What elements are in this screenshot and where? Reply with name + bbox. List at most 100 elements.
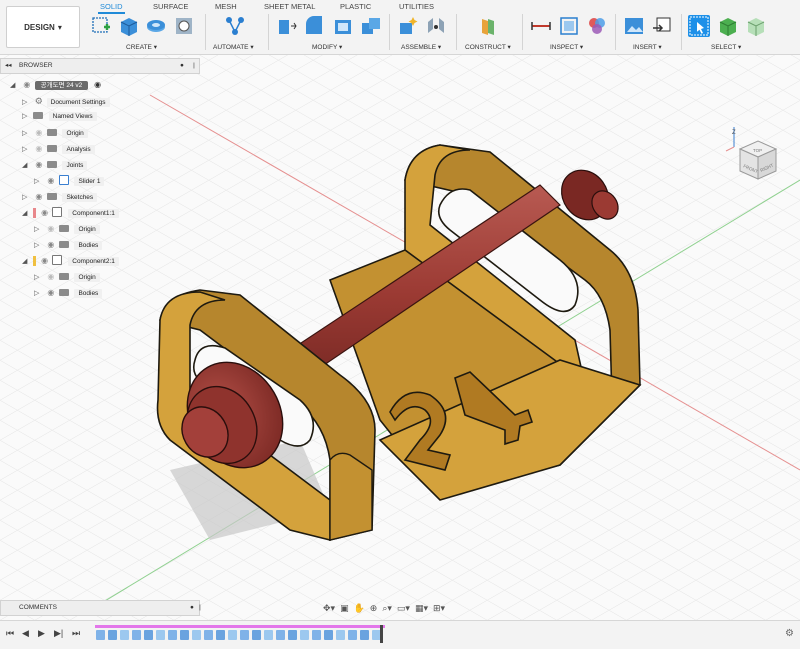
tab-solid[interactable]: SOLID bbox=[98, 2, 125, 14]
display-settings-icon[interactable]: ▭▾ bbox=[396, 601, 411, 615]
expand-icon[interactable]: ◢ bbox=[22, 159, 31, 173]
timeline-feature[interactable] bbox=[204, 630, 213, 640]
timeline-feature[interactable] bbox=[288, 630, 297, 640]
hole-icon[interactable] bbox=[173, 15, 195, 37]
timeline-feature[interactable] bbox=[192, 630, 201, 640]
tab-plastic[interactable]: PLASTIC bbox=[338, 2, 373, 12]
eye-icon[interactable]: ◉ bbox=[39, 254, 51, 268]
play-icon[interactable]: ▶ bbox=[38, 628, 45, 639]
automate-icon[interactable] bbox=[224, 15, 246, 37]
eye-icon[interactable]: ◉ bbox=[39, 206, 51, 220]
timeline-feature[interactable] bbox=[132, 630, 141, 640]
browser-item-origin[interactable]: ▷ ◉ Origin bbox=[22, 126, 88, 140]
collapsed-arrow-icon[interactable]: ▷ bbox=[34, 239, 43, 253]
collapsed-arrow-icon[interactable]: ▷ bbox=[34, 175, 43, 189]
browser-root-item[interactable]: ◢ ◉ 공개도면 24 v2 ◉ bbox=[10, 78, 101, 92]
timeline-feature[interactable] bbox=[312, 630, 321, 640]
viewports-icon[interactable]: ⊞▾ bbox=[432, 601, 446, 615]
timeline-feature[interactable] bbox=[216, 630, 225, 640]
timeline-feature[interactable] bbox=[108, 630, 117, 640]
eye-icon[interactable]: ◉ bbox=[45, 174, 57, 188]
collapsed-arrow-icon[interactable]: ▷ bbox=[22, 110, 31, 124]
new-component-icon[interactable] bbox=[397, 15, 419, 37]
timeline-feature[interactable] bbox=[240, 630, 249, 640]
look-at-icon[interactable]: ▣ bbox=[339, 601, 350, 615]
eye-icon[interactable]: ◉ bbox=[33, 190, 45, 204]
browser-item-component1-bodies[interactable]: ▷ ◉ Bodies bbox=[34, 238, 103, 253]
timeline-feature[interactable] bbox=[156, 630, 165, 640]
timeline-feature[interactable] bbox=[228, 630, 237, 640]
collapsed-arrow-icon[interactable]: ▷ bbox=[34, 223, 43, 237]
step-forward-icon[interactable]: ▶| bbox=[54, 628, 63, 639]
timeline-feature[interactable] bbox=[324, 630, 333, 640]
go-to-end-icon[interactable]: ⏭ bbox=[72, 628, 80, 639]
expand-icon[interactable]: ◢ bbox=[10, 79, 19, 93]
joint-icon[interactable] bbox=[425, 15, 447, 37]
browser-item-document-settings[interactable]: ▷ ⚙ Document Settings bbox=[22, 94, 110, 108]
timeline-feature[interactable] bbox=[252, 630, 261, 640]
close-browser-icon[interactable]: ● bbox=[177, 59, 187, 73]
view-cube[interactable]: Z TOP FRONT RIGHT bbox=[724, 125, 788, 195]
eye-hidden-icon[interactable]: ◉ bbox=[45, 270, 57, 284]
pan-icon[interactable]: ✋ bbox=[353, 601, 366, 615]
select-face-icon[interactable] bbox=[744, 15, 766, 37]
collapse-browser-icon[interactable]: ◂◂ bbox=[5, 59, 12, 73]
modify-menu[interactable]: MODIFY ▾ bbox=[312, 43, 342, 51]
timeline-feature[interactable] bbox=[180, 630, 189, 640]
workspace-switcher-button[interactable]: DESIGN ▾ bbox=[6, 6, 80, 48]
timeline-feature[interactable] bbox=[96, 630, 105, 640]
construct-menu[interactable]: CONSTRUCT ▾ bbox=[465, 43, 511, 51]
shell-icon[interactable] bbox=[332, 15, 354, 37]
display-component-colors-icon[interactable] bbox=[586, 15, 608, 37]
automate-menu[interactable]: AUTOMATE ▾ bbox=[213, 43, 254, 51]
collapsed-arrow-icon[interactable]: ▷ bbox=[22, 143, 31, 157]
browser-item-component1-origin[interactable]: ▷ ◉ Origin bbox=[34, 222, 100, 236]
browser-item-sketches[interactable]: ▷ ◉ Sketches bbox=[22, 190, 98, 205]
create-menu[interactable]: CREATE ▾ bbox=[126, 43, 157, 51]
eye-icon[interactable]: ◉ bbox=[45, 238, 57, 252]
collapsed-arrow-icon[interactable]: ▷ bbox=[22, 96, 31, 110]
eye-hidden-icon[interactable]: ◉ bbox=[45, 222, 57, 236]
select-body-icon[interactable] bbox=[716, 15, 738, 37]
timeline-feature[interactable] bbox=[264, 630, 273, 640]
browser-item-analysis[interactable]: ▷ ◉ Analysis bbox=[22, 142, 95, 156]
revolve-icon[interactable] bbox=[145, 15, 167, 37]
timeline-marker[interactable] bbox=[380, 625, 383, 643]
browser-item-slider-1[interactable]: ▷ ◉ Slider 1 bbox=[34, 174, 105, 189]
timeline-feature[interactable] bbox=[276, 630, 285, 640]
insert-image-icon[interactable] bbox=[623, 15, 645, 37]
fit-icon[interactable]: ⌕▾ bbox=[381, 601, 393, 615]
insert-mesh-icon[interactable] bbox=[651, 15, 673, 37]
timeline-feature[interactable] bbox=[120, 630, 129, 640]
fillet-icon[interactable] bbox=[303, 15, 325, 37]
browser-item-component2-origin[interactable]: ▷ ◉ Origin bbox=[34, 270, 100, 284]
go-to-start-icon[interactable]: ⏮ bbox=[6, 628, 14, 639]
timeline-feature[interactable] bbox=[360, 630, 369, 640]
eye-icon[interactable]: ◉ bbox=[21, 78, 33, 92]
collapsed-arrow-icon[interactable]: ▷ bbox=[22, 191, 31, 205]
collapsed-arrow-icon[interactable]: ▷ bbox=[34, 271, 43, 285]
browser-item-component2-bodies[interactable]: ▷ ◉ Bodies bbox=[34, 286, 103, 300]
tab-mesh[interactable]: MESH bbox=[213, 2, 239, 12]
gear-icon[interactable]: ⚙ bbox=[785, 628, 794, 639]
collapsed-arrow-icon[interactable]: ▷ bbox=[22, 127, 31, 141]
tab-sheet-metal[interactable]: SHEET METAL bbox=[262, 2, 317, 12]
browser-pin-icon[interactable]: | bbox=[189, 59, 199, 73]
eye-hidden-icon[interactable]: ◉ bbox=[33, 126, 45, 140]
inspect-menu[interactable]: INSPECT ▾ bbox=[550, 43, 583, 51]
insert-menu[interactable]: INSERT ▾ bbox=[633, 43, 662, 51]
expand-icon[interactable]: ◢ bbox=[22, 255, 31, 269]
grid-settings-icon[interactable]: ▦▾ bbox=[414, 601, 429, 615]
eye-hidden-icon[interactable]: ◉ bbox=[33, 142, 45, 156]
eye-icon[interactable]: ◉ bbox=[45, 286, 57, 300]
section-analysis-icon[interactable] bbox=[558, 15, 580, 37]
select-icon[interactable] bbox=[688, 15, 710, 37]
timeline-feature[interactable] bbox=[300, 630, 309, 640]
comments-panel[interactable]: COMMENTS ● | bbox=[0, 600, 201, 616]
comments-pin-icon[interactable]: | bbox=[195, 601, 205, 615]
timeline-feature[interactable] bbox=[348, 630, 357, 640]
select-menu[interactable]: SELECT ▾ bbox=[711, 43, 741, 51]
press-pull-icon[interactable] bbox=[275, 15, 297, 37]
extrude-icon[interactable] bbox=[117, 15, 139, 37]
combine-icon[interactable] bbox=[360, 15, 382, 37]
